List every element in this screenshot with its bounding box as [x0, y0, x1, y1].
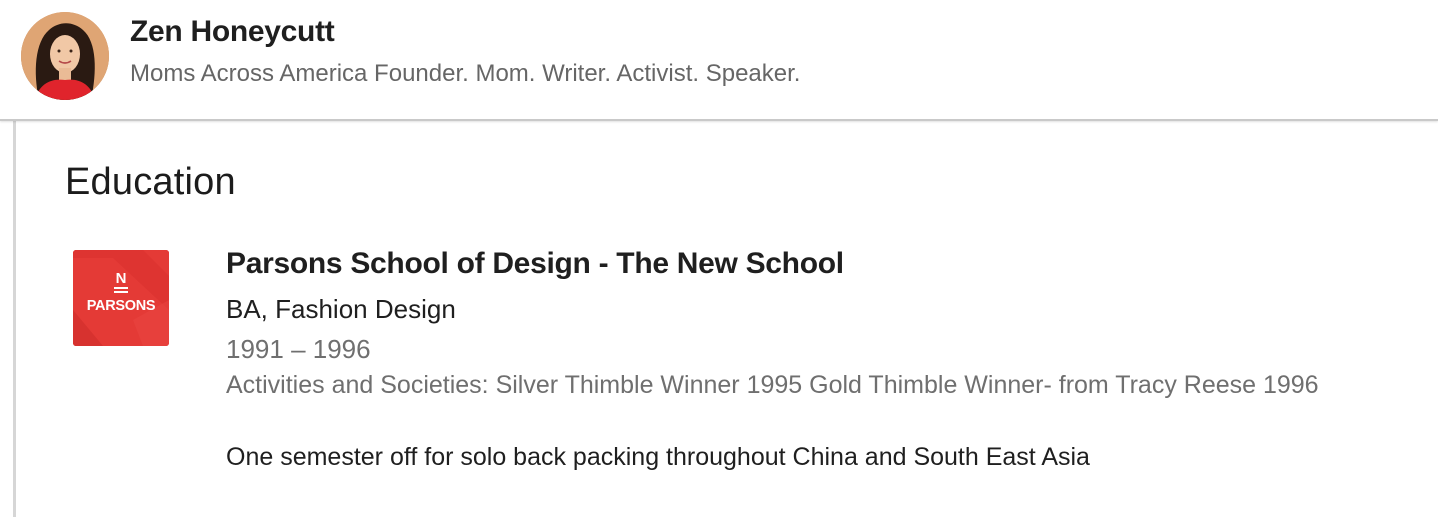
activities-and-societies: Activities and Societies: Silver Thimble…: [226, 371, 1319, 399]
school-logo[interactable]: N PARSONS: [73, 250, 169, 346]
profile-page: Zen Honeycutt Moms Across America Founde…: [0, 0, 1438, 517]
avatar[interactable]: [21, 12, 109, 100]
degree: BA, Fashion Design: [226, 294, 456, 324]
education-section: Education N PARSONS Parsons School of De…: [16, 121, 1438, 517]
profile-name[interactable]: Zen Honeycutt: [130, 15, 335, 49]
entry-description: One semester off for solo back packing t…: [226, 443, 1090, 471]
logo-wordmark: PARSONS: [87, 298, 156, 314]
profile-header: Zen Honeycutt Moms Across America Founde…: [0, 0, 1438, 121]
section-title: Education: [65, 161, 236, 203]
profile-headline: Moms Across America Founder. Mom. Writer…: [130, 60, 801, 87]
school-name[interactable]: Parsons School of Design - The New Schoo…: [226, 247, 844, 281]
avatar-photo-icon: [21, 12, 109, 100]
parsons-logo-icon: N PARSONS: [73, 250, 169, 346]
logo-mark: N: [116, 270, 127, 287]
date-range: 1991 – 1996: [226, 334, 371, 364]
